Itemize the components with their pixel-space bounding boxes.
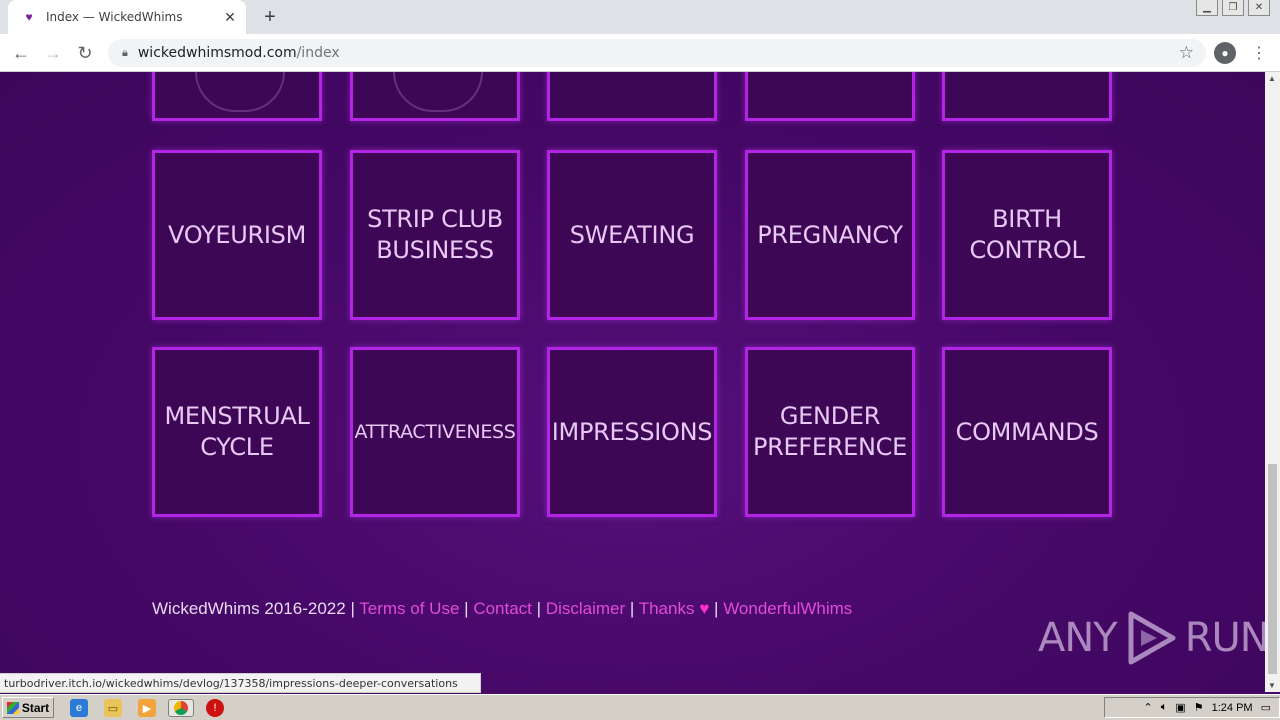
volume-icon[interactable]: 🔈︎	[1161, 701, 1168, 714]
thanks-link[interactable]: Thanks ♥	[639, 599, 710, 618]
tile-label: PREGNANCY	[757, 220, 903, 249]
wonderfulwhims-link[interactable]: WonderfulWhims	[723, 599, 852, 618]
show-desktop-icon[interactable]: ▭	[1261, 701, 1271, 714]
terms-of-use-link[interactable]: Terms of Use	[359, 599, 459, 618]
tile-voyeurism[interactable]: VOYEURISM	[152, 150, 322, 320]
feature-tile-partial[interactable]	[942, 72, 1112, 121]
tile-commands[interactable]: COMMANDS	[942, 347, 1112, 517]
contact-link[interactable]: Contact	[473, 599, 532, 618]
url-text: wickedwhimsmod.com/index	[137, 45, 340, 61]
site-favicon-icon: ♥	[25, 10, 33, 24]
start-button[interactable]: Start	[2, 697, 54, 718]
close-tab-icon[interactable]: ✕	[220, 7, 240, 27]
lock-icon: 🔒︎	[122, 46, 128, 59]
new-tab-button[interactable]: +	[256, 4, 284, 30]
tile-label: VOYEURISM	[168, 220, 306, 249]
restore-button[interactable]: ❐	[1222, 0, 1244, 16]
tile-sweating[interactable]: SWEATING	[547, 150, 717, 320]
tile-emblem-icon	[393, 72, 483, 112]
anyrun-watermark: ANY RUN	[1038, 608, 1265, 668]
tab-title: Index — WickedWhims	[46, 10, 183, 24]
scroll-up-icon[interactable]: ▲	[1268, 74, 1276, 83]
browser-tab[interactable]: ♥ Index — WickedWhims ✕	[8, 0, 246, 34]
heart-icon: ♥	[699, 599, 710, 618]
forward-arrow-icon[interactable]: →	[40, 40, 66, 66]
scroll-down-icon[interactable]: ▼	[1268, 681, 1276, 690]
page-viewport: VOYEURISM STRIP CLUB BUSINESS SWEATING P…	[0, 72, 1265, 692]
link-status-bubble: turbodriver.itch.io/wickedwhims/devlog/1…	[0, 673, 481, 693]
browser-tab-strip: ♥ Index — WickedWhims ✕ + ▁ ❐ ✕	[0, 0, 1280, 34]
media-player-icon[interactable]: ▶	[138, 699, 156, 717]
tile-label: ATTRACTIVENESS	[354, 420, 516, 443]
page-footer: WickedWhims 2016-2022 | Terms of Use | C…	[152, 599, 853, 618]
browser-menu-icon[interactable]: ⋮	[1250, 42, 1268, 64]
address-bar[interactable]: 🔒︎ wickedwhimsmod.com/index ☆	[108, 39, 1206, 67]
minimize-button[interactable]: ▁	[1196, 0, 1218, 16]
system-tray: ⌃ 🔈︎ ▣ ⚑ 1:24 PM ▭	[1104, 697, 1280, 718]
tile-label: COMMANDS	[955, 417, 1099, 446]
scrollbar-thumb[interactable]	[1268, 464, 1277, 674]
bookmark-star-icon[interactable]: ☆	[1179, 43, 1194, 63]
tile-label: BIRTH CONTROL	[969, 205, 1085, 264]
tile-birth-control[interactable]: BIRTH CONTROL	[942, 150, 1112, 320]
tile-pregnancy[interactable]: PREGNANCY	[745, 150, 915, 320]
browser-toolbar: ← → ↻ 🔒︎ wickedwhimsmod.com/index ☆ ● ⋮	[0, 34, 1280, 72]
footer-copyright: WickedWhims 2016-2022	[152, 599, 346, 618]
windows-taskbar: Start e ▭ ▶ ! ⌃ 🔈︎ ▣ ⚑ 1:24 PM ▭	[0, 694, 1280, 720]
play-logo-icon	[1128, 611, 1176, 665]
tile-label: GENDER PREFERENCE	[753, 402, 907, 461]
feature-tile-partial[interactable]	[745, 72, 915, 121]
tile-strip-club-business[interactable]: STRIP CLUB BUSINESS	[350, 150, 520, 320]
tile-emblem-icon	[195, 72, 285, 112]
tile-label: SWEATING	[569, 220, 695, 249]
back-arrow-icon[interactable]: ←	[8, 40, 34, 66]
close-window-button[interactable]: ✕	[1248, 0, 1270, 16]
network-icon[interactable]: ▣	[1175, 701, 1185, 714]
clock-time[interactable]: 1:24 PM	[1212, 702, 1253, 714]
folder-icon[interactable]: ▭	[104, 699, 122, 717]
windows-logo-icon	[6, 701, 19, 714]
internet-explorer-icon[interactable]: e	[70, 699, 88, 717]
tile-gender-preference[interactable]: GENDER PREFERENCE	[745, 347, 915, 517]
tile-attractiveness[interactable]: ATTRACTIVENESS	[350, 347, 520, 517]
opera-icon[interactable]: !	[206, 699, 224, 717]
window-controls: ▁ ❐ ✕	[1196, 0, 1270, 16]
feature-tile-partial[interactable]	[350, 72, 520, 121]
tile-impressions[interactable]: IMPRESSIONS	[547, 347, 717, 517]
chrome-taskbar-icon[interactable]	[168, 699, 194, 717]
tray-expand-icon[interactable]: ⌃	[1144, 701, 1153, 714]
feature-tile-partial[interactable]	[152, 72, 322, 121]
tile-menstrual-cycle[interactable]: MENSTRUAL CYCLE	[152, 347, 322, 517]
page-scrollbar[interactable]: ▲ ▼	[1265, 72, 1280, 692]
tile-label: IMPRESSIONS	[551, 417, 713, 446]
flag-icon[interactable]: ⚑	[1194, 701, 1204, 714]
reload-icon[interactable]: ↻	[72, 40, 98, 66]
disclaimer-link[interactable]: Disclaimer	[546, 599, 625, 618]
tile-label: MENSTRUAL CYCLE	[164, 402, 310, 461]
feature-tile-partial[interactable]	[547, 72, 717, 121]
tile-label: STRIP CLUB BUSINESS	[367, 205, 503, 264]
profile-avatar-icon[interactable]: ●	[1214, 42, 1236, 64]
